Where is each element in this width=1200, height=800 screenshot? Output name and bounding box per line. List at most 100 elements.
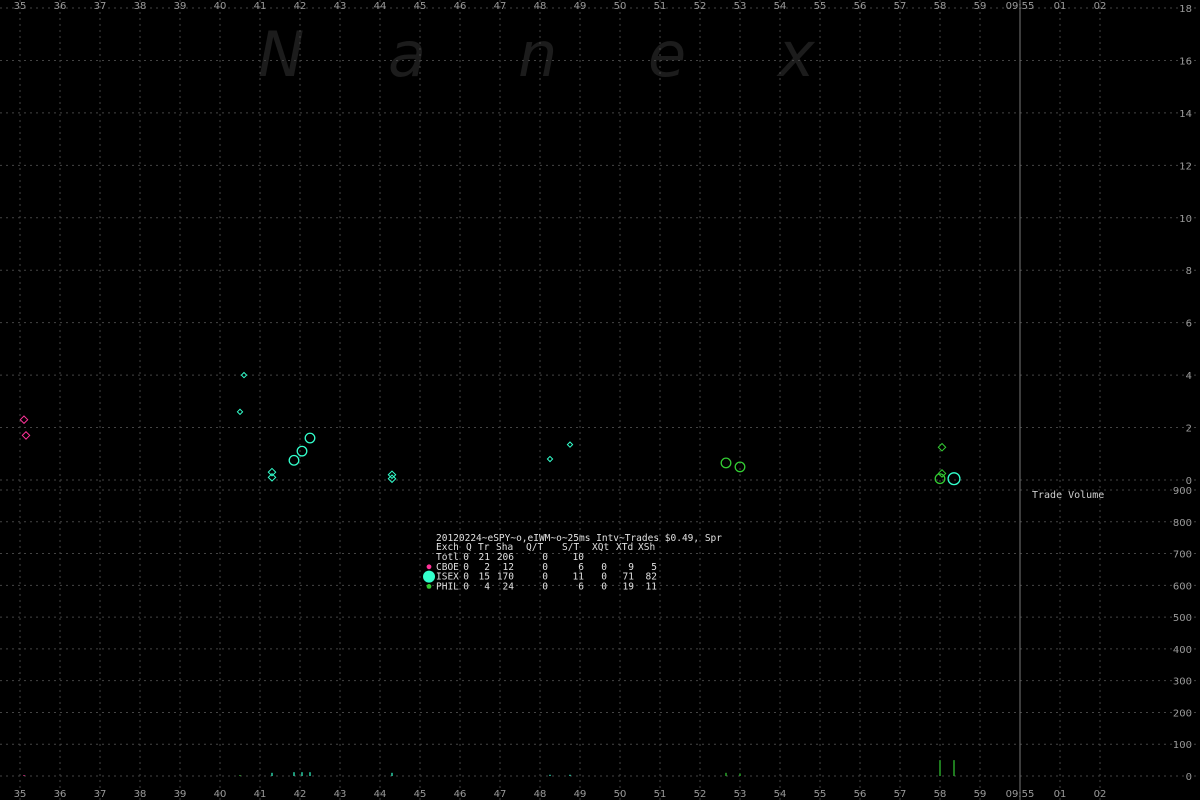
x-tick-label-top: 52 [694,1,707,12]
trade-point [240,371,248,379]
x-tick-label-top: 57 [894,1,907,12]
x-tick-label-bottom: 54 [774,789,787,800]
x-tick-label-bottom: 57 [894,789,907,800]
trades-chart: Nanex 3535363637373838393940404141424243… [0,0,1200,800]
x-tick-label-bottom: 42 [294,789,307,800]
price-tick-label: 4 [1186,371,1192,382]
x-tick-label-top: 51 [654,1,667,12]
watermark: Nanex [258,18,816,91]
x-tick-label-top: 40 [214,1,227,12]
x-tick-label-bottom: 52 [694,789,707,800]
legend-marker [426,564,432,570]
trade-point [19,415,29,425]
volume-tick-label: 800 [1173,518,1192,529]
legend-cell: 19 [623,581,635,592]
legend-cell: 0 [601,581,607,592]
trade-points [19,371,961,486]
watermark-letter: N [258,18,304,91]
x-tick-label-bottom: 48 [534,789,547,800]
price-tick-label: 2 [1186,424,1192,435]
x-tick-label-bottom: 01 [1054,789,1067,800]
x-tick-label-top: 44 [374,1,387,12]
trade-point [566,441,574,448]
x-tick-label-bottom: 39 [174,789,187,800]
x-tick-label-bottom: 02 [1094,789,1107,800]
x-tick-label-top: 38 [134,1,147,12]
volume-tick-label: 700 [1173,550,1192,561]
x-tick-label-bottom: 35 [14,789,27,800]
x-tick-label-top: 46 [454,1,467,12]
x-tick-label-bottom: 40 [214,789,227,800]
price-tick-label: 18 [1179,4,1192,15]
trade-point [937,442,947,452]
x-tick-label-bottom: 55 [814,789,827,800]
x-tick-label-bottom: 50 [614,789,627,800]
x-tick-label-top: 59 [974,1,987,12]
trade-point [296,445,308,457]
x-tick-label-top: 58 [934,1,947,12]
x-tick-label-bottom: 41 [254,789,267,800]
x-tick-label-bottom: 38 [134,789,147,800]
trade-point [236,408,244,416]
trade-point [304,432,316,444]
x-tick-label-top: 09:55 [1006,1,1035,12]
legend-cell: 0 [542,581,548,592]
volume-tick-label: 500 [1173,613,1192,624]
legend-cell: 4 [484,581,490,592]
price-axis-ticks: 024681012141618 [1179,4,1192,487]
price-tick-label: 8 [1186,266,1192,277]
volume-tick-label: 400 [1173,645,1192,656]
volume-tick-label: 200 [1173,708,1192,719]
x-tick-label-top: 55 [814,1,827,12]
x-tick-label-top: 01 [1054,1,1067,12]
x-tick-label-top: 48 [534,1,547,12]
legend-cell: 0 [463,581,469,592]
x-tick-label-bottom: 51 [654,789,667,800]
watermark-letter: x [776,18,816,91]
x-tick-label-top: 35 [14,1,27,12]
x-tick-label-bottom: 43 [334,789,347,800]
volume-tick-label: 100 [1173,740,1192,751]
x-tick-label-bottom: 46 [454,789,467,800]
legend-header-cell: XTd [616,542,633,553]
price-tick-label: 6 [1186,319,1192,330]
x-tick-label-bottom: 09:55 [1006,789,1035,800]
x-tick-label-top: 50 [614,1,627,12]
trade-point [288,454,300,466]
price-tick-label: 16 [1179,56,1192,67]
legend-row-name: PHIL [436,581,459,592]
stats-legend: 20120224~eSPY~o,eIWM~o~25ms Intv~Trades … [423,533,722,592]
watermark-letter: n [518,18,557,91]
x-tick-label-top: 56 [854,1,867,12]
trade-point [720,457,732,469]
legend-marker [423,570,435,583]
x-tick-label-top: 53 [734,1,747,12]
x-tick-label-bottom: 44 [374,789,387,800]
trade-point [21,431,31,440]
x-tick-label-bottom: 59 [974,789,987,800]
trade-point [267,467,277,477]
volume-axis-label: Trade Volume [1032,490,1104,501]
x-tick-label-top: 36 [54,1,67,12]
volume-tick-label: 600 [1173,581,1192,592]
x-tick-label-bottom: 49 [574,789,587,800]
trade-point [947,472,961,486]
legend-cell: 24 [503,581,515,592]
x-tick-label-top: 41 [254,1,267,12]
legend-header-cell: XQt [592,542,609,553]
volume-tick-label: 300 [1173,677,1192,688]
x-tick-label-top: 43 [334,1,347,12]
volume-tick-label: 0 [1186,772,1192,783]
x-tick-label-bottom: 56 [854,789,867,800]
x-tick-label-top: 47 [494,1,507,12]
x-tick-label-top: 39 [174,1,187,12]
volume-bars [23,760,955,776]
x-tick-label-top: 45 [414,1,427,12]
x-axis-ticks: 3535363637373838393940404141424243434444… [14,1,1107,800]
x-tick-label-bottom: 37 [94,789,107,800]
x-tick-label-bottom: 36 [54,789,67,800]
x-tick-label-top: 37 [94,1,107,12]
legend-header-cell: XSh [638,542,655,553]
legend-header-cell: Q/T [526,542,543,553]
x-tick-label-top: 49 [574,1,587,12]
